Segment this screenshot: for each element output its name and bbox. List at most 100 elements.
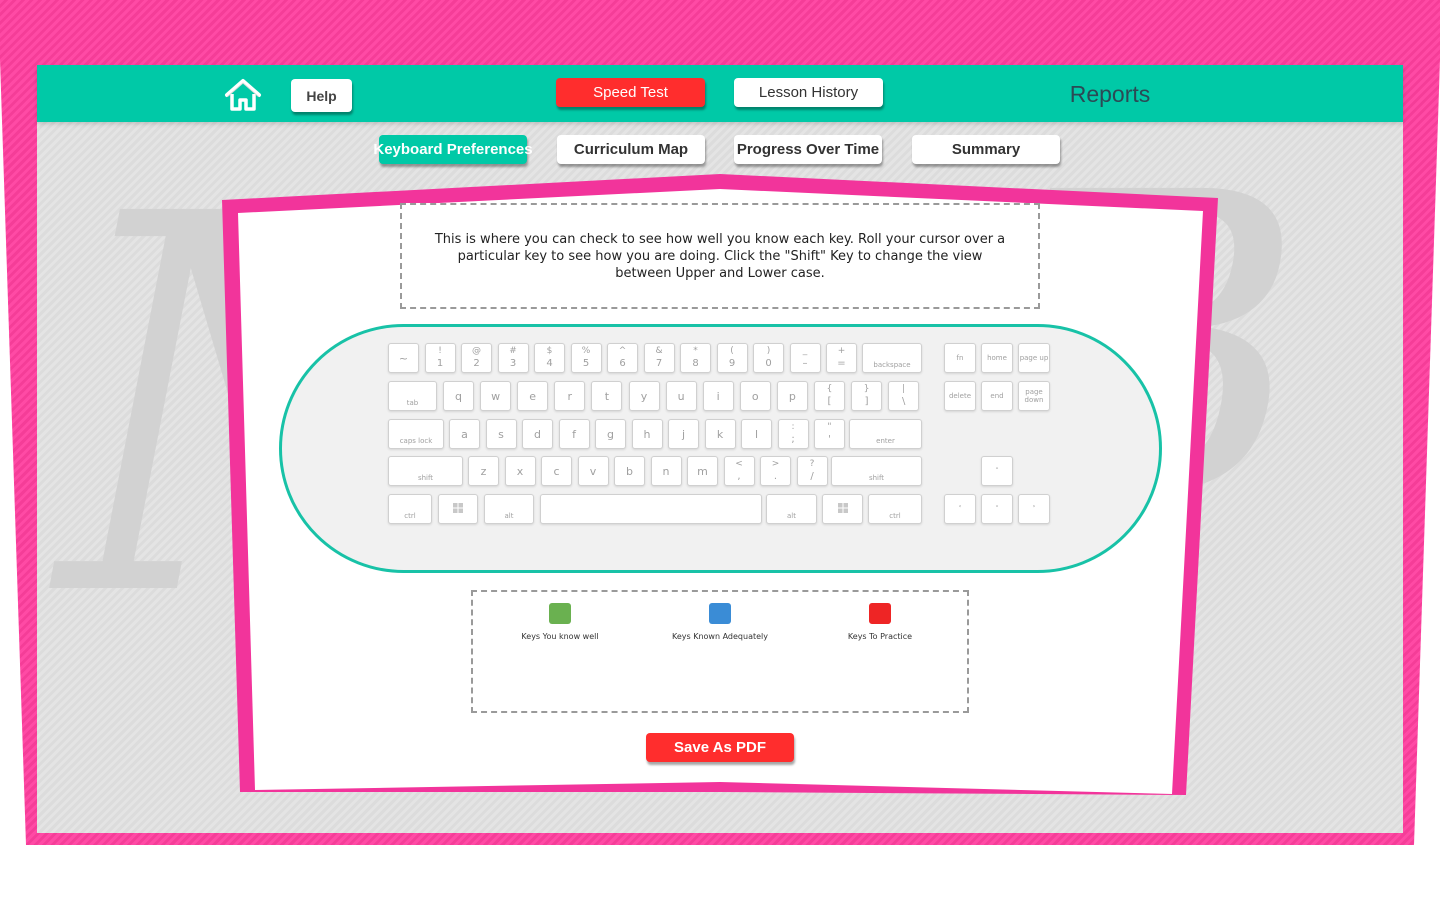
key[interactable]: ~ xyxy=(388,343,419,373)
key[interactable]: r xyxy=(554,381,586,411)
key[interactable]: l xyxy=(741,419,772,449)
lesson-history-button[interactable]: Lesson History xyxy=(734,78,883,107)
key-label: alt xyxy=(787,512,796,520)
key-label: s xyxy=(498,427,504,441)
key[interactable]: w xyxy=(480,381,512,411)
key[interactable]: (9 xyxy=(716,343,748,373)
key-delete[interactable]: delete xyxy=(944,381,976,411)
key-label: = xyxy=(837,358,846,369)
windows-icon xyxy=(837,502,848,516)
key-shift-label: % xyxy=(581,346,591,356)
key[interactable]: :; xyxy=(777,419,809,449)
key-windows-left[interactable] xyxy=(438,494,478,524)
key[interactable]: i xyxy=(702,381,734,411)
legend-label-known-well: Keys You know well xyxy=(521,632,599,641)
key[interactable]: }] xyxy=(851,381,883,411)
key[interactable]: e xyxy=(517,381,549,411)
key-shift-label: _ xyxy=(802,346,808,356)
key-space[interactable] xyxy=(540,494,762,524)
key[interactable]: y xyxy=(628,381,660,411)
key[interactable]: ! 1 xyxy=(424,343,456,373)
key[interactable]: <, xyxy=(723,456,755,486)
key-windows-right[interactable] xyxy=(822,494,863,524)
key-home[interactable]: home xyxy=(981,343,1013,373)
tab-curriculum-map[interactable]: Curriculum Map xyxy=(557,135,705,164)
key-label: u xyxy=(677,389,685,403)
key[interactable]: h xyxy=(631,419,663,449)
key[interactable]: g xyxy=(595,419,626,449)
key-page-up[interactable]: page up xyxy=(1018,343,1050,373)
key-end[interactable]: end xyxy=(981,381,1013,411)
key[interactable]: p xyxy=(776,381,808,411)
key[interactable]: {[ xyxy=(814,381,845,411)
key[interactable]: _ – xyxy=(789,343,821,373)
home-button[interactable] xyxy=(222,77,264,113)
key-caps-lock[interactable]: caps lock xyxy=(388,419,444,449)
key[interactable]: * 8 xyxy=(680,343,711,373)
key[interactable]: v xyxy=(577,456,609,486)
key[interactable]: & 7 xyxy=(643,343,675,373)
tab-summary[interactable]: Summary xyxy=(912,135,1060,164)
key[interactable]: u xyxy=(665,381,697,411)
key[interactable]: s xyxy=(485,419,517,449)
key-shift-right[interactable]: shift xyxy=(831,456,922,486)
key-label: end xyxy=(990,392,1004,400)
key[interactable]: t xyxy=(591,381,623,411)
key[interactable]: f xyxy=(558,419,590,449)
key-arrow-down[interactable]: ˅ xyxy=(981,494,1013,524)
key[interactable]: c xyxy=(541,456,572,486)
key-backspace[interactable]: backspace xyxy=(862,343,922,373)
key[interactable]: ? / xyxy=(796,456,828,486)
key[interactable]: " ' xyxy=(814,419,845,449)
key-alt-left[interactable]: alt xyxy=(484,494,534,524)
key[interactable]: b xyxy=(614,456,645,486)
key-arrow-right[interactable]: ˃ xyxy=(1018,494,1050,524)
key[interactable]: o xyxy=(739,381,771,411)
key[interactable]: z xyxy=(468,456,499,486)
key-shift-label: ( xyxy=(730,346,734,356)
key[interactable]: a xyxy=(449,419,480,449)
key[interactable]: + = xyxy=(826,343,857,373)
key[interactable]: ) 0 xyxy=(753,343,784,373)
key-page-down[interactable]: page down xyxy=(1018,381,1050,411)
key[interactable]: >. xyxy=(760,456,791,486)
key-shift-label: " xyxy=(827,422,832,432)
key-label: 7 xyxy=(655,358,663,369)
tab-progress-over-time[interactable]: Progress Over Time xyxy=(734,135,882,164)
key[interactable]: % 5 xyxy=(570,343,602,373)
key[interactable]: @2 xyxy=(461,343,492,373)
tab-keyboard-preferences[interactable]: Keyboard Preferences xyxy=(373,135,533,164)
key[interactable]: | \ xyxy=(888,381,920,411)
key-alt-right[interactable]: alt xyxy=(766,494,817,524)
help-button[interactable]: Help xyxy=(291,79,352,112)
key-fn[interactable]: fn xyxy=(944,343,976,373)
key-label: p xyxy=(788,389,796,403)
key-label: t xyxy=(604,389,610,403)
key-label: 9 xyxy=(728,358,736,369)
key[interactable]: n xyxy=(650,456,682,486)
key-label: i xyxy=(716,389,720,403)
key-label: 0 xyxy=(765,358,772,369)
key-label: g xyxy=(607,427,614,441)
key-shift-left[interactable]: shift xyxy=(388,456,463,486)
speed-test-button[interactable]: Speed Test xyxy=(556,78,705,107)
key[interactable]: ^ 6 xyxy=(607,343,638,373)
key[interactable]: q xyxy=(443,381,474,411)
key[interactable]: d xyxy=(522,419,553,449)
key-label: j xyxy=(681,427,686,441)
key-tab[interactable]: tab xyxy=(388,381,437,411)
key[interactable]: $4 xyxy=(534,343,565,373)
key-arrow-left[interactable]: ˂ xyxy=(944,494,976,524)
key-ctrl-left[interactable]: ctrl xyxy=(388,494,432,524)
key-enter[interactable]: enter xyxy=(849,419,922,449)
key[interactable]: m xyxy=(687,456,718,486)
save-as-pdf-button[interactable]: Save As PDF xyxy=(646,733,794,762)
key[interactable]: x xyxy=(504,456,536,486)
legend-label-known-adequately: Keys Known Adequately xyxy=(672,632,768,641)
key-arrow-up[interactable]: ˄ xyxy=(981,456,1013,486)
key[interactable]: j xyxy=(668,419,699,449)
key[interactable]: k xyxy=(704,419,736,449)
key[interactable]: #3 xyxy=(497,343,529,373)
key-ctrl-right[interactable]: ctrl xyxy=(868,494,922,524)
key-label: 1 xyxy=(436,358,444,369)
